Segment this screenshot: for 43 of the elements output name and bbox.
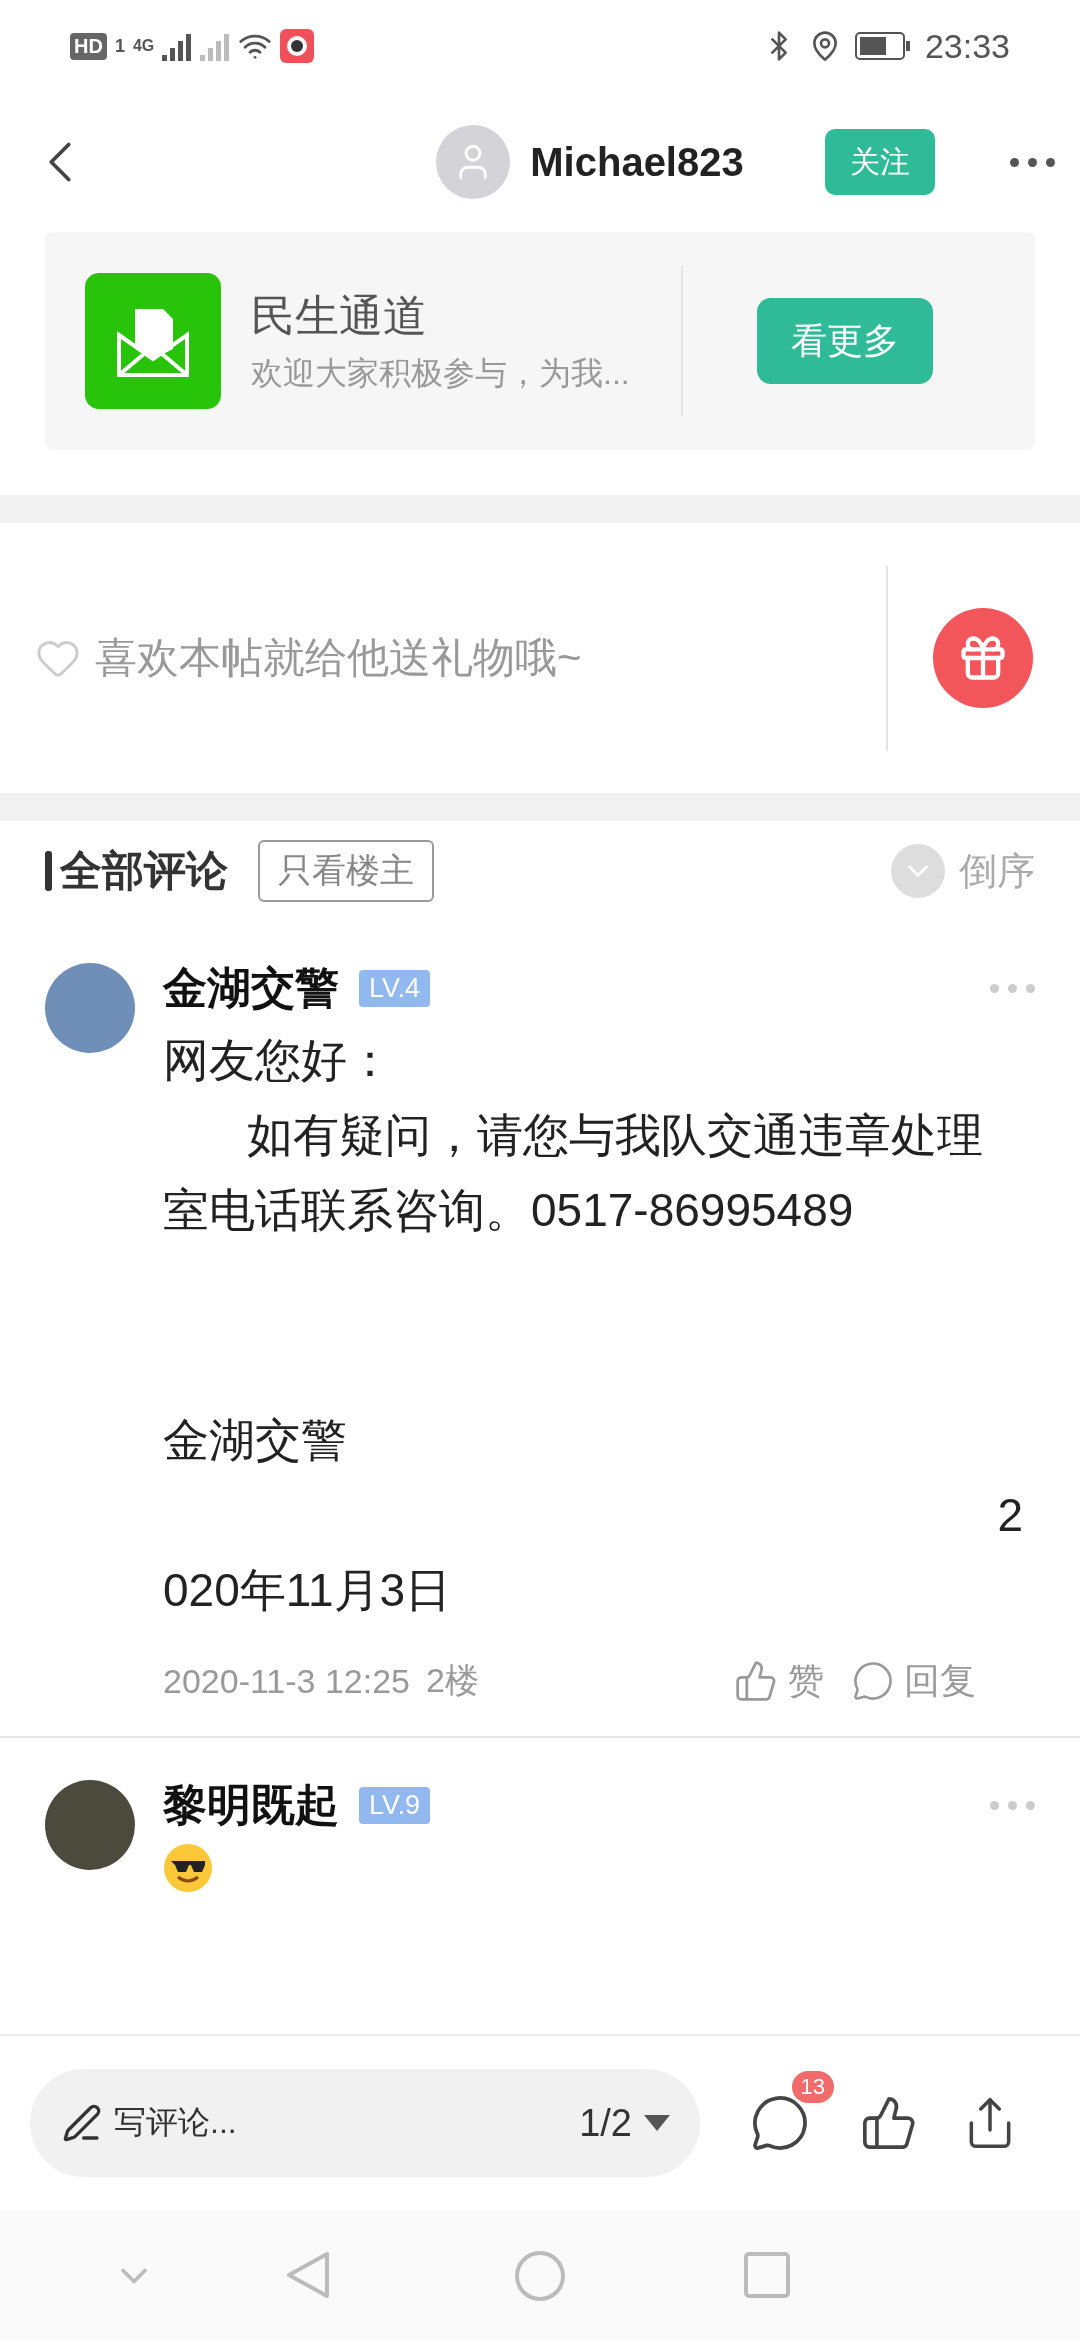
- thumbs-up-icon: [733, 1659, 778, 1703]
- signal-icon: [162, 31, 193, 61]
- reply-button[interactable]: 回复: [851, 1656, 976, 1706]
- speech-bubble-icon: [851, 1660, 894, 1702]
- sort-button[interactable]: 倒序: [891, 844, 1035, 898]
- camera-app-icon: [280, 29, 315, 63]
- banner-title: 民生通道: [251, 289, 428, 342]
- banner-subtitle: 欢迎大家积极参与，为我...: [251, 353, 631, 393]
- network-type: 4G: [132, 37, 155, 55]
- see-more-button[interactable]: 看更多: [757, 298, 933, 384]
- sunglasses-face-icon: [163, 1843, 213, 1893]
- recents-nav-icon[interactable]: [744, 2252, 790, 2298]
- author-only-button[interactable]: 只看楼主: [258, 840, 434, 902]
- username[interactable]: Michael823: [530, 139, 744, 185]
- comment-input-field[interactable]: 写评论... 1/2: [30, 2069, 700, 2177]
- floor-number: 2楼: [426, 1660, 479, 1701]
- comment-text: 2: [996, 1488, 1023, 1543]
- caret-icon: [644, 2115, 670, 2131]
- comment-time: 2020-11-3 12:25: [163, 1661, 410, 1701]
- hd-indicator: HD: [70, 32, 107, 60]
- level-tag: LV.4: [359, 969, 431, 1007]
- comment-text: 金湖交警: [163, 1413, 348, 1468]
- home-nav-icon[interactable]: [514, 2250, 566, 2302]
- comment-text: 020年11月3日: [163, 1563, 453, 1618]
- level-tag: LV.9: [359, 1786, 431, 1824]
- battery-icon: [854, 32, 911, 60]
- accent-bar: [45, 851, 52, 891]
- pen-icon: [62, 2103, 102, 2143]
- signal-icon: [200, 31, 231, 61]
- commenter-name[interactable]: 黎明既起: [163, 1775, 339, 1835]
- sim-number: 1: [114, 35, 125, 57]
- follow-button[interactable]: 关注: [825, 129, 935, 195]
- comment-count-badge: 13: [791, 2071, 834, 2103]
- comments-button[interactable]: [750, 2093, 810, 2153]
- like-button[interactable]: 赞: [733, 1656, 824, 1706]
- clock-time: 23:33: [924, 26, 1010, 66]
- back-nav-icon[interactable]: [285, 2250, 331, 2300]
- comment-text: 如有疑问，请您与我队交通违章处理室电话联系咨询。0517-86995489: [163, 1108, 984, 1238]
- gift-prompt: 喜欢本帖就给他送礼物哦~: [95, 633, 583, 683]
- commenter-name[interactable]: 金湖交警: [163, 958, 339, 1018]
- page-indicator[interactable]: 1/2: [579, 2101, 632, 2145]
- section-title: 全部评论: [60, 846, 228, 896]
- comment-text: 网友您好：: [163, 1033, 394, 1088]
